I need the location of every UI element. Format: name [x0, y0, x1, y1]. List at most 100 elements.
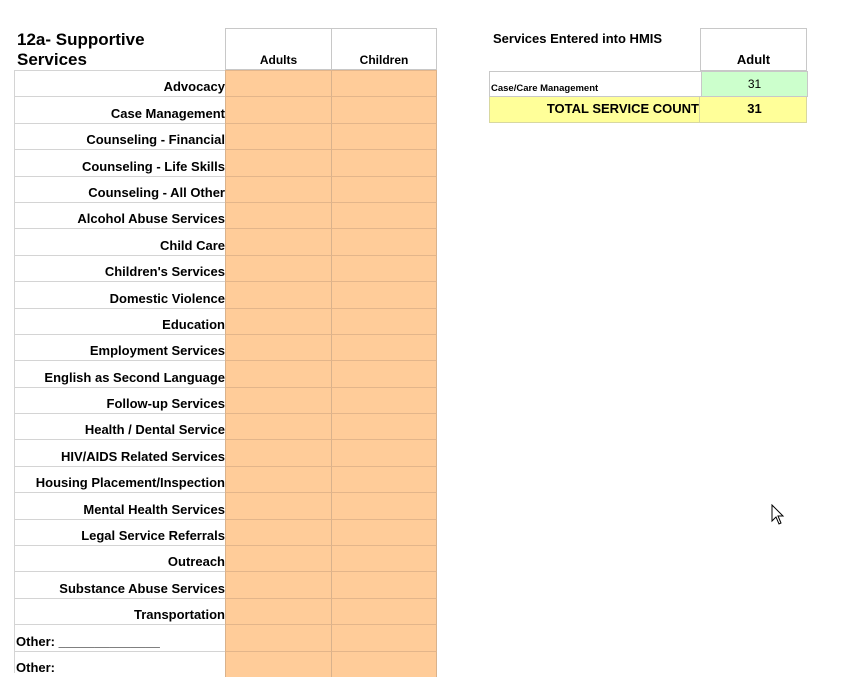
service-label: English as Second Language	[14, 360, 225, 386]
children-input-cell[interactable]	[331, 545, 437, 571]
children-input-cell[interactable]	[331, 624, 437, 650]
children-input-cell[interactable]	[331, 308, 437, 334]
service-label: Transportation	[14, 598, 225, 624]
adults-input-cell[interactable]	[225, 466, 331, 492]
table-row: Mental Health Services	[14, 492, 437, 518]
service-label: Case Management	[14, 96, 225, 122]
service-label: Alcohol Abuse Services	[14, 202, 225, 228]
table-row: Children's Services	[14, 255, 437, 281]
mouse-pointer-icon	[771, 504, 785, 526]
adults-input-cell[interactable]	[225, 651, 331, 677]
children-input-cell[interactable]	[331, 176, 437, 202]
case-management-label: Case/Care Management	[491, 83, 598, 94]
children-input-cell[interactable]	[331, 255, 437, 281]
children-input-cell[interactable]	[331, 70, 437, 96]
children-column-header: Children	[331, 28, 437, 70]
service-label: Substance Abuse Services	[14, 571, 225, 597]
children-input-cell[interactable]	[331, 360, 437, 386]
children-input-cell[interactable]	[331, 651, 437, 677]
children-input-cell[interactable]	[331, 123, 437, 149]
adults-input-cell[interactable]	[225, 149, 331, 175]
service-label: HIV/AIDS Related Services	[14, 439, 225, 465]
adults-input-cell[interactable]	[225, 492, 331, 518]
children-input-cell[interactable]	[331, 387, 437, 413]
table-row: Other:	[14, 651, 437, 677]
adults-input-cell[interactable]	[225, 70, 331, 96]
hmis-services-title: Services Entered into HMIS	[493, 31, 662, 46]
service-label: Counseling - All Other	[14, 176, 225, 202]
table-row: HIV/AIDS Related Services	[14, 439, 437, 465]
children-input-cell[interactable]	[331, 281, 437, 307]
service-label: Child Care	[14, 228, 225, 254]
children-input-cell[interactable]	[331, 492, 437, 518]
adults-input-cell[interactable]	[225, 624, 331, 650]
adult-column-header: Adult	[700, 28, 807, 71]
adults-input-cell[interactable]	[225, 123, 331, 149]
table-row: Legal Service Referrals	[14, 519, 437, 545]
table-row: Child Care	[14, 228, 437, 254]
children-input-cell[interactable]	[331, 96, 437, 122]
table-row: Case Management	[14, 96, 437, 122]
adults-input-cell[interactable]	[225, 228, 331, 254]
children-input-cell[interactable]	[331, 413, 437, 439]
table-row: Alcohol Abuse Services	[14, 202, 437, 228]
service-label: Health / Dental Service	[14, 413, 225, 439]
adults-input-cell[interactable]	[225, 96, 331, 122]
case-management-count[interactable]: 31	[701, 71, 808, 97]
service-label: Legal Service Referrals	[14, 519, 225, 545]
case-management-row: Case/Care Management 31	[489, 71, 807, 97]
adults-input-cell[interactable]	[225, 413, 331, 439]
service-label: Outreach	[14, 545, 225, 571]
adults-input-cell[interactable]	[225, 598, 331, 624]
adults-input-cell[interactable]	[225, 387, 331, 413]
service-label: Children's Services	[14, 255, 225, 281]
table-row: Transportation	[14, 598, 437, 624]
children-input-cell[interactable]	[331, 228, 437, 254]
table-row: Employment Services	[14, 334, 437, 360]
service-label: Employment Services	[14, 334, 225, 360]
service-label: Mental Health Services	[14, 492, 225, 518]
children-input-cell[interactable]	[331, 598, 437, 624]
service-label: Advocacy	[14, 70, 225, 96]
children-input-cell[interactable]	[331, 466, 437, 492]
adults-input-cell[interactable]	[225, 545, 331, 571]
children-input-cell[interactable]	[331, 334, 437, 360]
adults-input-cell[interactable]	[225, 519, 331, 545]
children-input-cell[interactable]	[331, 439, 437, 465]
table-row: Substance Abuse Services	[14, 571, 437, 597]
table-row: Education	[14, 308, 437, 334]
adults-input-cell[interactable]	[225, 360, 331, 386]
table-row: Counseling - Financial	[14, 123, 437, 149]
adults-input-cell[interactable]	[225, 202, 331, 228]
table-row: Domestic Violence	[14, 281, 437, 307]
adult-header-label: Adult	[701, 52, 806, 67]
children-input-cell[interactable]	[331, 571, 437, 597]
adults-input-cell[interactable]	[225, 439, 331, 465]
adults-input-cell[interactable]	[225, 308, 331, 334]
total-service-label: TOTAL SERVICE COUNT	[490, 97, 700, 122]
adults-input-cell[interactable]	[225, 281, 331, 307]
table-row: Outreach	[14, 545, 437, 571]
children-input-cell[interactable]	[331, 519, 437, 545]
children-header-label: Children	[332, 53, 436, 67]
adults-input-cell[interactable]	[225, 571, 331, 597]
service-label: Counseling - Life Skills	[14, 149, 225, 175]
table-row: Counseling - Life Skills	[14, 149, 437, 175]
adults-input-cell[interactable]	[225, 176, 331, 202]
services-rows: AdvocacyCase ManagementCounseling - Fina…	[14, 70, 437, 677]
children-input-cell[interactable]	[331, 149, 437, 175]
service-label: Housing Placement/Inspection	[14, 466, 225, 492]
table-row: Counseling - All Other	[14, 176, 437, 202]
service-label: Other: ______________	[14, 624, 225, 650]
adults-header-label: Adults	[226, 53, 331, 67]
total-service-count[interactable]: 31	[701, 97, 808, 122]
table-row: Other: ______________	[14, 624, 437, 650]
adults-column-header: Adults	[225, 28, 332, 70]
adults-input-cell[interactable]	[225, 255, 331, 281]
service-label: Domestic Violence	[14, 281, 225, 307]
supportive-services-title: 12a- Supportive Services	[17, 30, 217, 70]
adults-input-cell[interactable]	[225, 334, 331, 360]
table-row: Housing Placement/Inspection	[14, 466, 437, 492]
service-label: Counseling - Financial	[14, 123, 225, 149]
children-input-cell[interactable]	[331, 202, 437, 228]
